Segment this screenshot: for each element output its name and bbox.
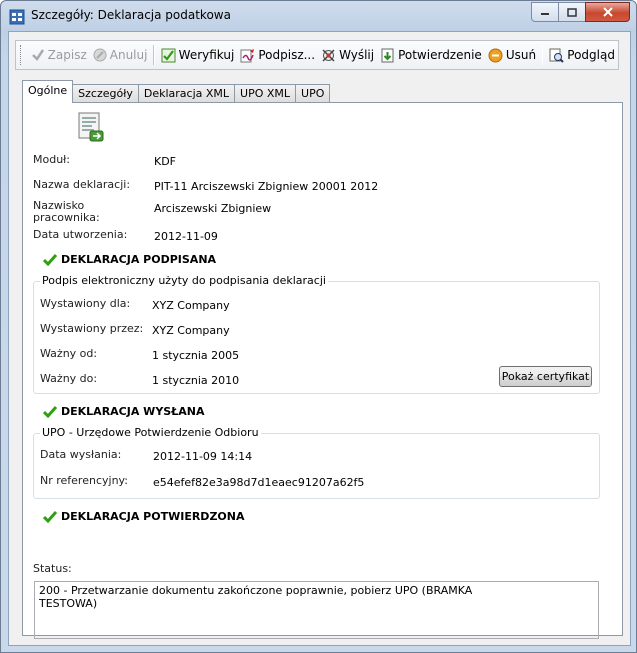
- upo-group: UPO - Urzędowe Potwierdzenie Odbioru Dat…: [33, 426, 600, 499]
- delete-button[interactable]: Usuń: [485, 43, 539, 67]
- valid-from-label: Ważny od:: [40, 347, 98, 360]
- client-area: Zapisz Anuluj Weryfikuj Podpisz... Wyśli…: [8, 31, 631, 646]
- save-icon: [31, 49, 44, 61]
- save-button[interactable]: Zapisz: [28, 43, 90, 67]
- app-icon: [9, 9, 25, 25]
- preview-label: Podgląd: [567, 48, 615, 62]
- check-icon: [43, 405, 57, 418]
- save-label: Zapisz: [47, 48, 87, 62]
- delete-label: Usuń: [505, 48, 537, 62]
- issued-by-label: Wystawiony przez:: [40, 322, 144, 335]
- minimize-icon: [541, 13, 549, 15]
- valid-to-value: 1 stycznia 2010: [152, 374, 240, 387]
- tab-strip: Ogólne Szczegóły Deklaracja XML UPO XML …: [22, 80, 331, 103]
- status-label: Status:: [33, 562, 72, 575]
- status-textbox[interactable]: 200 - Przetwarzanie dokumentu zakończone…: [34, 581, 599, 639]
- preview-icon: [549, 48, 564, 63]
- check-icon: [43, 510, 57, 523]
- employee-value: Arciszewski Zbigniew: [154, 202, 272, 215]
- send-label: Wyślij: [339, 48, 375, 62]
- general-panel: Moduł: KDF Nazwa deklaracji: PIT-11 Arci…: [22, 102, 623, 639]
- send-icon: [322, 48, 335, 62]
- confirm-label: Potwierdzenie: [398, 48, 482, 62]
- cancel-button[interactable]: Anuluj: [90, 43, 151, 67]
- confirmed-heading-text: DEKLARACJA POTWIERDZONA: [61, 510, 245, 523]
- tab-general[interactable]: Ogólne: [22, 80, 74, 103]
- sign-button[interactable]: Podpisz...: [237, 43, 318, 67]
- declaration-name-label: Nazwa deklaracji:: [33, 178, 131, 191]
- confirm-icon: [381, 48, 394, 62]
- toolbar-separator: [542, 45, 544, 65]
- created-date-value: 2012-11-09: [154, 230, 218, 243]
- issued-by-value: XYZ Company: [152, 324, 230, 337]
- sent-heading: DEKLARACJA WYSŁANA: [43, 405, 205, 418]
- window-title: Szczegóły: Deklaracja podatkowa: [31, 8, 231, 22]
- created-date-label: Data utworzenia:: [33, 228, 128, 241]
- verify-button[interactable]: Weryfikuj: [158, 43, 238, 67]
- issued-to-label: Wystawiony dla:: [40, 297, 131, 310]
- cancel-label: Anuluj: [109, 48, 148, 62]
- title-bar[interactable]: Szczegóły: Deklaracja podatkowa: [1, 1, 636, 31]
- confirmed-heading: DEKLARACJA POTWIERDZONA: [43, 510, 245, 523]
- maximize-button[interactable]: [558, 2, 586, 22]
- sign-icon: [240, 48, 255, 62]
- minimize-button[interactable]: [531, 2, 559, 22]
- confirm-button[interactable]: Potwierdzenie: [377, 43, 485, 67]
- verify-icon: [161, 48, 176, 62]
- signed-heading: DEKLARACJA PODPISANA: [43, 253, 216, 266]
- sent-heading-text: DEKLARACJA WYSŁANA: [61, 405, 205, 418]
- window: Szczegóły: Deklaracja podatkowa Zapisz A…: [0, 0, 637, 653]
- valid-from-value: 1 stycznia 2005: [152, 349, 240, 362]
- delete-icon: [488, 48, 503, 62]
- check-icon: [43, 253, 57, 266]
- declaration-name-value: PIT-11 Arciszewski Zbigniew 20001 2012: [154, 180, 379, 193]
- close-button[interactable]: [585, 2, 630, 22]
- module-value: KDF: [154, 155, 177, 168]
- cancel-icon: [93, 48, 107, 62]
- document-icon: [78, 112, 104, 142]
- tab-details[interactable]: Szczegóły: [72, 84, 139, 103]
- tab-declaration-xml[interactable]: Deklaracja XML: [137, 84, 236, 103]
- employee-label-line2: pracownika:: [33, 211, 100, 224]
- sent-date-value: 2012-11-09 14:14: [153, 450, 253, 463]
- toolbar-grip[interactable]: [20, 45, 22, 65]
- maximize-icon: [567, 7, 577, 17]
- module-label: Moduł:: [33, 153, 71, 166]
- valid-to-label: Ważny do:: [40, 372, 98, 385]
- signature-group-title: Podpis elektroniczny użyty do podpisania…: [40, 274, 328, 287]
- signed-heading-text: DEKLARACJA PODPISANA: [61, 253, 217, 266]
- sent-date-label: Data wysłania:: [40, 448, 122, 461]
- preview-button[interactable]: Podgląd: [546, 43, 618, 67]
- issued-to-value: XYZ Company: [152, 299, 230, 312]
- send-button[interactable]: Wyślij: [318, 43, 377, 67]
- reference-number-label: Nr referencyjny:: [40, 474, 128, 487]
- upo-group-title: UPO - Urzędowe Potwierdzenie Odbioru: [40, 426, 261, 439]
- reference-number-value: e54efef82e3a98d7d1eaec91207a62f5: [153, 476, 365, 489]
- toolbar-separator: [153, 45, 155, 65]
- toolbar: Zapisz Anuluj Weryfikuj Podpisz... Wyśli…: [15, 40, 619, 70]
- verify-label: Weryfikuj: [178, 48, 235, 62]
- close-icon: [602, 7, 613, 17]
- show-certificate-button[interactable]: Pokaż certyfikat: [499, 366, 592, 387]
- signature-group: Podpis elektroniczny użyty do podpisania…: [33, 274, 600, 394]
- tab-upo-xml[interactable]: UPO XML: [234, 84, 297, 103]
- sign-label: Podpisz...: [258, 48, 316, 62]
- tab-upo[interactable]: UPO: [295, 84, 331, 103]
